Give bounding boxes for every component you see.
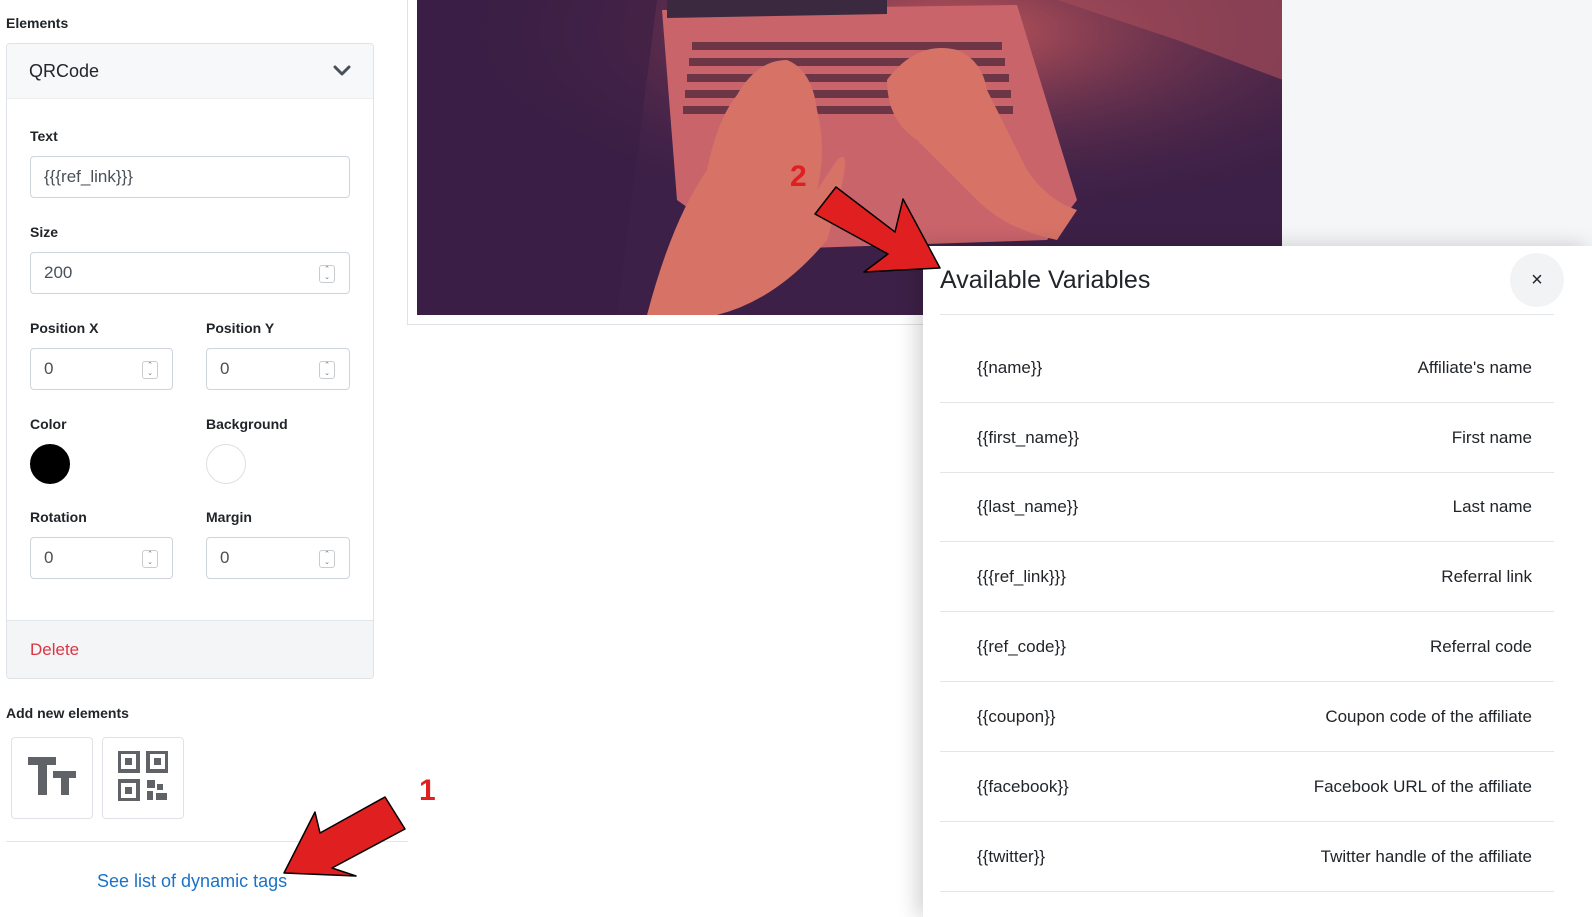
arrow-1-icon — [283, 796, 406, 877]
annotation-arrows — [283, 186, 941, 877]
annotation-marker-2: 2 — [790, 160, 807, 193]
page: Elements QRCode Text {{{ref_link}}} Size… — [0, 0, 1592, 917]
arrow-2-icon — [814, 186, 941, 273]
annotation-marker-1: 1 — [419, 774, 436, 807]
